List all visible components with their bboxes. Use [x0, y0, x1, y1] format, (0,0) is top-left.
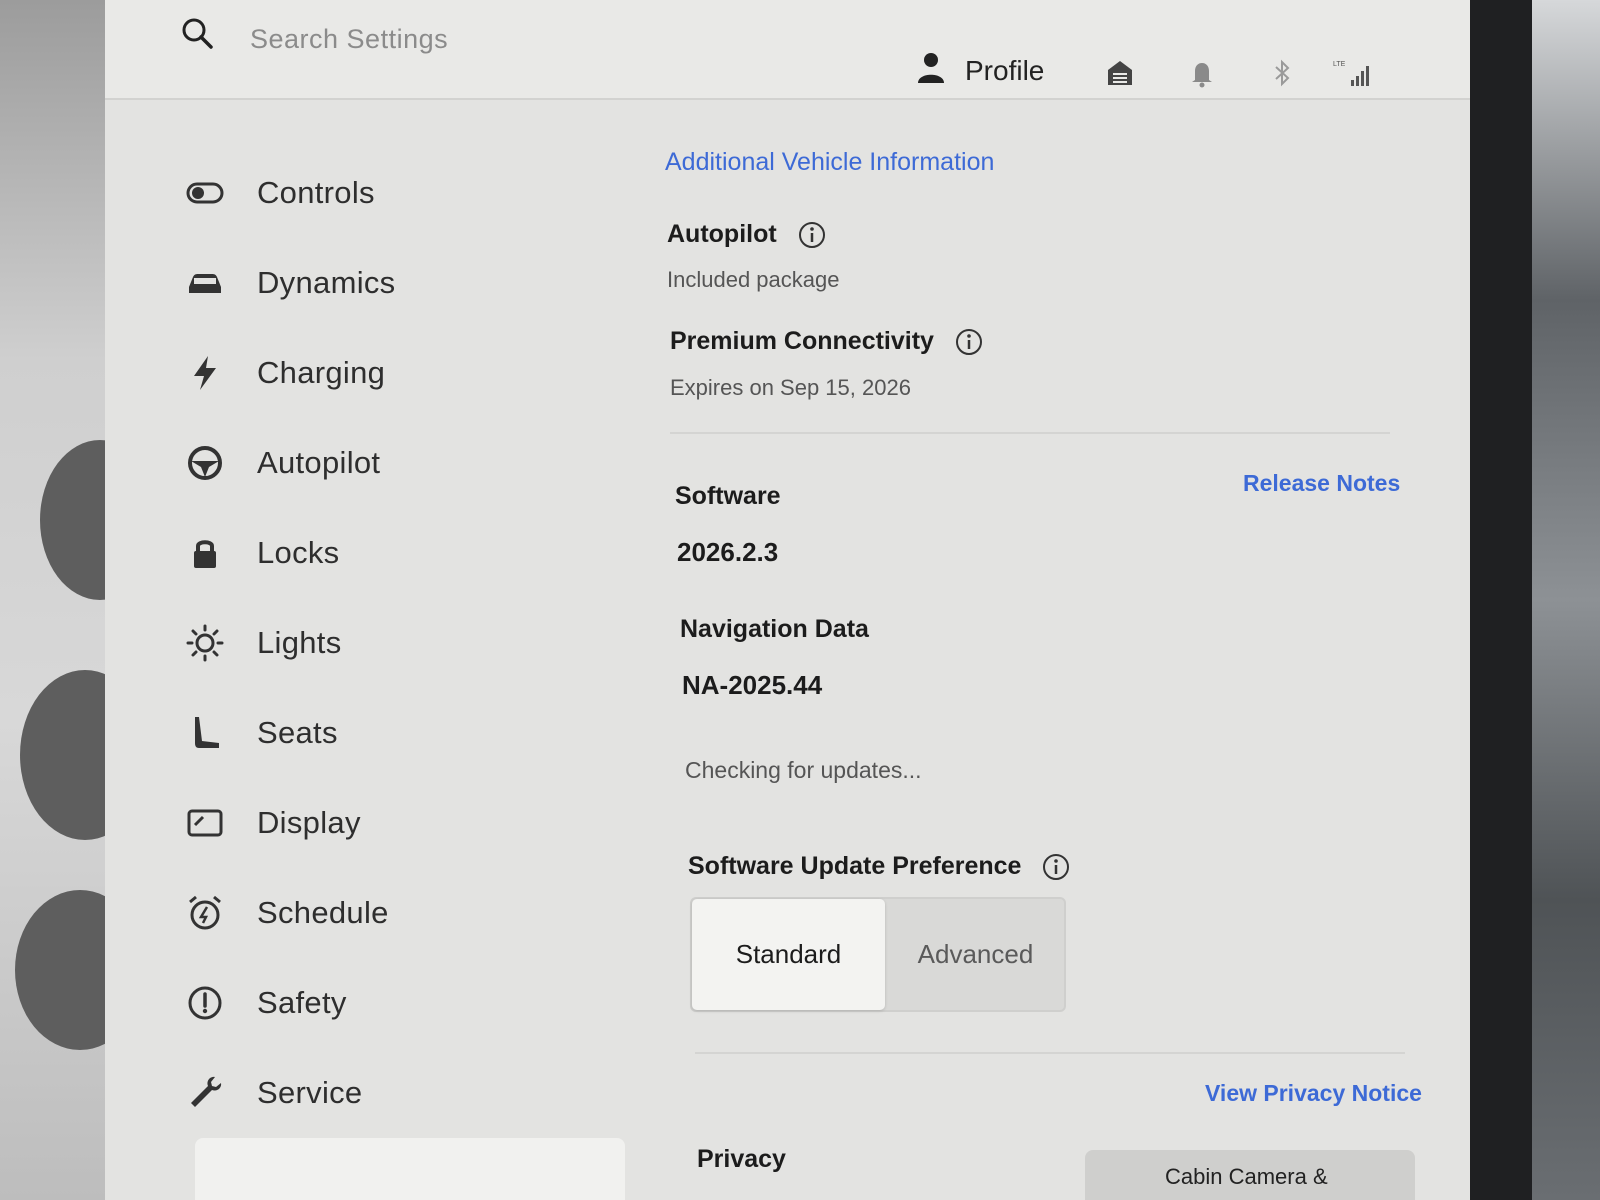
- update-option-standard[interactable]: Standard: [692, 899, 885, 1010]
- screen-bezel: [1462, 0, 1532, 1200]
- sidebar-item-label: Service: [257, 1075, 363, 1110]
- sidebar-item-service[interactable]: Service: [185, 1063, 605, 1123]
- info-icon[interactable]: [1042, 853, 1070, 881]
- software-panel: Additional Vehicle Information Autopilot…: [665, 140, 1425, 1200]
- sidebar-item-seats[interactable]: Seats: [185, 703, 605, 763]
- car-icon: [189, 274, 221, 293]
- svg-text:LTE: LTE: [1333, 61, 1346, 68]
- top-bar: Search Settings Profile LTE: [105, 0, 1470, 100]
- steering-wheel-icon: [188, 446, 222, 480]
- update-preference-selector: Standard Advanced: [690, 897, 1066, 1012]
- sidebar-item-label: Schedule: [257, 895, 389, 930]
- sidebar-item-schedule[interactable]: Schedule: [185, 883, 605, 943]
- update-status: Checking for updates...: [685, 757, 922, 783]
- sidebar-item-autopilot[interactable]: Autopilot: [185, 433, 605, 493]
- navigation-data-version: NA-2025.44: [682, 670, 823, 700]
- navigation-data-title: Navigation Data: [680, 615, 869, 643]
- view-privacy-notice-link[interactable]: View Privacy Notice: [1205, 1080, 1422, 1107]
- settings-screen: Search Settings Profile LTE Controls Dyn…: [105, 0, 1470, 1200]
- section-divider: [670, 432, 1390, 434]
- profile-button[interactable]: Profile: [965, 55, 1044, 87]
- update-option-advanced[interactable]: Advanced: [885, 899, 1066, 1010]
- premium-connectivity-title: Premium Connectivity: [670, 327, 983, 356]
- sidebar-item-label: Seats: [257, 715, 338, 750]
- software-title: Software: [675, 482, 781, 510]
- sidebar-item-dynamics[interactable]: Dynamics: [185, 253, 605, 313]
- release-notes-link[interactable]: Release Notes: [1243, 470, 1400, 497]
- connectivity-expiry: Expires on Sep 15, 2026: [670, 375, 911, 400]
- cabin-camera-label: Cabin Camera &: [1165, 1164, 1328, 1189]
- garage-icon[interactable]: [1105, 58, 1135, 88]
- sidebar-item-label: Locks: [257, 535, 340, 570]
- autopilot-value: Included package: [667, 267, 840, 292]
- sidebar-item-charging[interactable]: Charging: [185, 343, 605, 403]
- sidebar-item-controls[interactable]: Controls: [185, 163, 605, 223]
- sidebar-item-label: Display: [257, 805, 361, 840]
- bluetooth-icon[interactable]: [1267, 58, 1297, 88]
- sidebar-item-label: Lights: [257, 625, 342, 660]
- section-divider: [695, 1052, 1405, 1054]
- info-icon[interactable]: [798, 221, 826, 249]
- lte-signal-icon: LTE: [1333, 61, 1369, 86]
- bell-icon[interactable]: [1187, 58, 1217, 88]
- sidebar-item-display[interactable]: Display: [185, 793, 605, 853]
- additional-vehicle-info-link[interactable]: Additional Vehicle Information: [665, 148, 994, 177]
- software-version: 2026.2.3: [677, 537, 779, 567]
- display-icon: [187, 809, 223, 837]
- privacy-title: Privacy: [697, 1145, 786, 1173]
- info-icon[interactable]: [955, 328, 983, 356]
- autopilot-title: Autopilot: [667, 220, 826, 249]
- lock-icon: [194, 540, 216, 568]
- sidebar-item-label: Safety: [257, 985, 347, 1020]
- sidebar-item-label: Controls: [257, 175, 375, 210]
- alert-circle-icon: [188, 986, 222, 1020]
- sidebar-item-label: Charging: [257, 355, 386, 390]
- sidebar-item-locks[interactable]: Locks: [185, 523, 605, 583]
- sidebar-item-software-selected[interactable]: [195, 1138, 625, 1200]
- settings-sidebar: Controls Dynamics Charging Autopilot Loc…: [185, 150, 605, 1200]
- cabin-camera-button[interactable]: Cabin Camera &: [1085, 1150, 1415, 1200]
- light-bulb-icon: [186, 624, 224, 662]
- sidebar-item-lights[interactable]: Lights: [185, 613, 605, 673]
- wrench-icon: [191, 1076, 222, 1107]
- profile-icon[interactable]: [917, 52, 945, 84]
- sidebar-item-safety[interactable]: Safety: [185, 973, 605, 1033]
- lightning-icon: [194, 356, 216, 390]
- search-icon[interactable]: [180, 16, 214, 50]
- update-preference-title: Software Update Preference: [688, 852, 1070, 881]
- alarm-clock-icon: [189, 895, 221, 930]
- seat-icon: [195, 717, 219, 748]
- sidebar-item-label: Dynamics: [257, 265, 396, 300]
- toggle-icon: [186, 182, 224, 204]
- search-input[interactable]: Search Settings: [250, 24, 448, 55]
- sidebar-item-label: Autopilot: [257, 445, 381, 480]
